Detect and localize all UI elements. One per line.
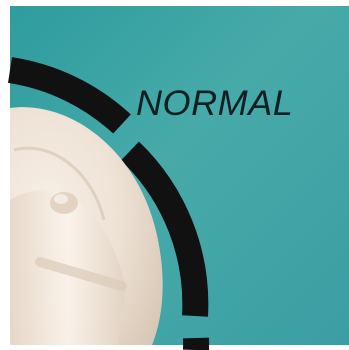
appliance-dial-photo: NORMAL bbox=[0, 0, 349, 350]
dial-setting-label: NORMAL bbox=[136, 84, 294, 123]
dial-panel-graphic bbox=[0, 0, 349, 350]
